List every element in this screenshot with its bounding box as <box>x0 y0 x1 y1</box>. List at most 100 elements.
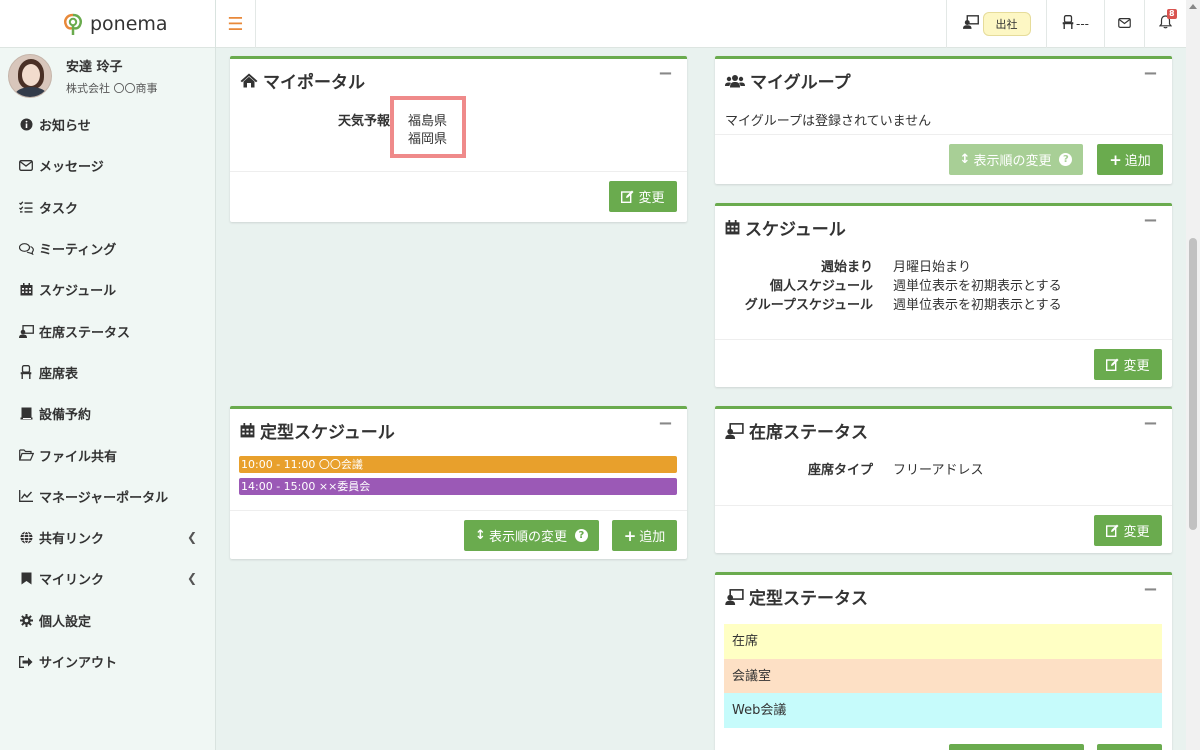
panel-title: マイポータル <box>240 68 365 93</box>
calendar-icon <box>725 220 740 235</box>
setting-value: 月曜日始まり <box>893 260 972 275</box>
add-button[interactable]: + 追加 <box>612 520 677 551</box>
chart-icon <box>18 489 34 503</box>
panel-title: マイグループ <box>725 68 851 93</box>
sidebar-item-label: メッセージ <box>39 160 104 176</box>
panel-footer <box>715 339 1172 340</box>
gear-icon <box>18 613 34 627</box>
vertical-arrows-icon: ↕ <box>475 528 486 543</box>
scrollbar-thumb[interactable] <box>1189 238 1197 530</box>
notification-count-badge: 8 <box>1167 9 1177 19</box>
chevron-left-icon[interactable]: ❮ <box>187 530 197 544</box>
edit-button[interactable]: 変更 <box>1094 349 1162 380</box>
seat-button[interactable]: --- <box>1046 0 1104 48</box>
chevron-left-icon[interactable]: ❮ <box>187 571 197 585</box>
bookmark-icon <box>18 572 34 586</box>
status-item[interactable]: Web会議 <box>724 693 1162 728</box>
schedule-item[interactable]: 14:00 - 15:00 ××委員会 <box>239 478 677 495</box>
scroll-up-arrow-icon[interactable] <box>1189 4 1197 9</box>
reorder-button[interactable]: ↕ 表示順の変更 ? <box>464 520 599 551</box>
hamburger-menu-icon[interactable]: ☰ <box>216 0 256 48</box>
weather-label: 天気予報 <box>337 114 390 129</box>
home-icon <box>240 73 258 88</box>
presence-status-button[interactable]: 出社 <box>946 0 1046 48</box>
sidebar-item-shared-links[interactable]: 共有リンク ❮ <box>0 517 215 558</box>
schedule-panel: スケジュール − 週始まり 月曜日始まり 個人スケジュール 週単位表示を初期表示… <box>715 203 1172 387</box>
seat-icon <box>18 365 34 380</box>
minimize-button[interactable]: − <box>1143 63 1158 84</box>
presence-icon <box>725 422 744 439</box>
sidebar-item-label: 共有リンク <box>39 532 105 548</box>
sidebar-item-my-links[interactable]: マイリンク ❮ <box>0 558 215 599</box>
sidebar-item-label: 設備予約 <box>39 408 92 424</box>
sidebar-item-label: ミーティング <box>39 243 117 259</box>
add-button[interactable]: + 追加 <box>1097 144 1163 175</box>
question-circle-icon[interactable]: ? <box>1059 153 1073 166</box>
edit-icon <box>1106 524 1119 537</box>
plus-icon: + <box>623 526 637 545</box>
sidebar-item-seating-chart[interactable]: 座席表 <box>0 352 215 393</box>
my-portal-panel: マイポータル − 天気予報 福島県 福岡県 変更 <box>230 56 687 222</box>
globe-icon <box>18 531 34 545</box>
top-bar: ☰ 出社 --- 8 <box>216 0 1186 48</box>
chat-bubbles-icon <box>18 242 34 256</box>
sidebar-item-messages[interactable]: メッセージ <box>0 145 215 186</box>
panel-title: 定型ステータス <box>725 584 868 609</box>
edit-button[interactable]: 変更 <box>609 181 677 212</box>
panel-footer <box>715 505 1172 506</box>
edit-button[interactable]: 変更 <box>1094 515 1162 546</box>
sidebar-item-meetings[interactable]: ミーティング <box>0 228 215 269</box>
sidebar-item-schedule[interactable]: スケジュール <box>0 269 215 310</box>
sidebar-item-label: ファイル共有 <box>39 449 118 465</box>
minimize-button[interactable]: − <box>1143 210 1158 231</box>
book-icon <box>18 407 34 421</box>
calendar-icon <box>240 423 255 438</box>
sidebar-item-presence[interactable]: 在席ステータス <box>0 310 215 351</box>
add-button[interactable] <box>1097 744 1162 750</box>
minimize-button[interactable]: − <box>658 413 673 434</box>
messages-button[interactable] <box>1104 0 1144 48</box>
my-group-panel: マイグループ − マイグループは登録されていません ↕ 表示順の変更 ? + 追… <box>715 56 1172 184</box>
reorder-button[interactable] <box>949 744 1084 750</box>
vertical-arrows-icon: ↕ <box>959 152 971 167</box>
seat-type-value: フリーアドレス <box>893 463 984 478</box>
setting-label: 個人スケジュール <box>769 279 873 294</box>
presence-icon <box>18 324 34 338</box>
notifications-button[interactable]: 8 <box>1144 0 1186 48</box>
envelope-icon <box>1118 17 1131 32</box>
schedule-item[interactable]: 10:00 - 11:00 〇〇会議 <box>239 456 677 473</box>
weather-value: 福島県 <box>408 114 448 129</box>
edit-icon <box>1106 358 1119 371</box>
sidebar-item-label: スケジュール <box>39 284 117 300</box>
sidebar-item-tasks[interactable]: タスク <box>0 187 215 228</box>
presence-status-panel: 在席ステータス − 座席タイプ フリーアドレス 変更 <box>715 406 1172 553</box>
setting-label: グループスケジュール <box>744 298 873 313</box>
sidebar-item-facility-booking[interactable]: 設備予約 <box>0 393 215 434</box>
sidebar-item-manager-portal[interactable]: マネージャーポータル <box>0 476 215 517</box>
question-circle-icon[interactable]: ? <box>574 529 588 542</box>
panel-footer <box>230 510 687 511</box>
calendar-icon <box>18 283 34 297</box>
envelope-icon <box>18 159 34 173</box>
sidebar-item-personal-settings[interactable]: 個人設定 <box>0 600 215 641</box>
user-profile[interactable]: 安達 玲子 株式会社 〇〇商事 <box>0 48 215 104</box>
sidebar-item-sign-out[interactable]: サインアウト <box>0 641 215 682</box>
brand[interactable]: ponema <box>0 0 215 48</box>
minimize-button[interactable]: − <box>1143 413 1158 434</box>
ponema-logo-icon <box>64 13 82 35</box>
panel-title: 在席ステータス <box>725 418 868 443</box>
sidebar-item-label: 座席表 <box>39 366 79 382</box>
reorder-button[interactable]: ↕ 表示順の変更 ? <box>949 144 1083 175</box>
setting-value: 週単位表示を初期表示とする <box>893 279 1062 294</box>
seat-type-label: 座席タイプ <box>807 463 873 478</box>
status-item[interactable]: 在席 <box>724 624 1162 659</box>
sidebar-item-file-sharing[interactable]: ファイル共有 <box>0 434 215 475</box>
sidebar-item-notices[interactable]: お知らせ <box>0 104 215 145</box>
seat-icon <box>1062 15 1074 33</box>
sidebar-item-label: 個人設定 <box>39 614 92 630</box>
minimize-button[interactable]: − <box>1143 579 1158 600</box>
edit-icon <box>621 190 634 203</box>
status-item[interactable]: 会議室 <box>724 659 1162 694</box>
page-scrollbar[interactable] <box>1186 0 1200 750</box>
minimize-button[interactable]: − <box>658 63 673 84</box>
